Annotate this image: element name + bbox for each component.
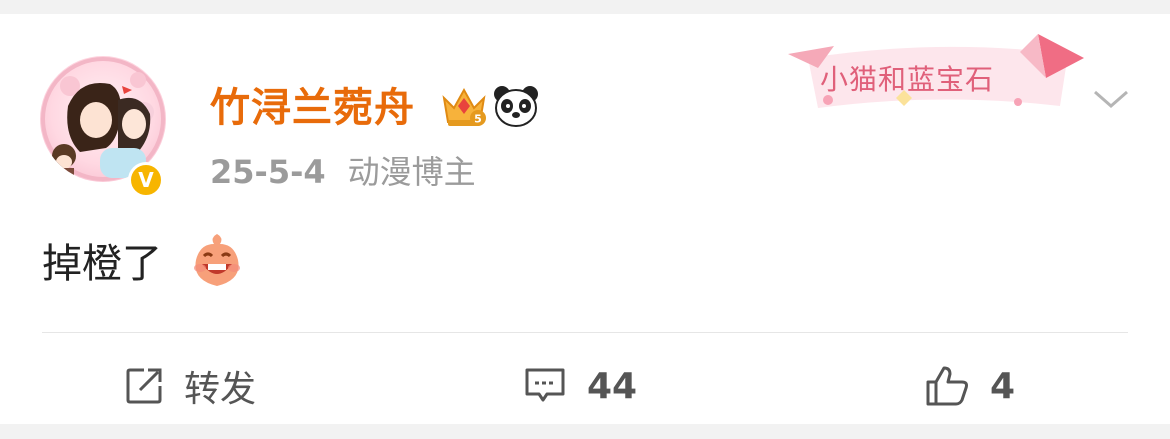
avatar[interactable]: V	[40, 56, 166, 198]
like-count: 4	[990, 365, 1016, 407]
username[interactable]: 竹浔兰菀舟	[210, 80, 415, 136]
post-date: 25-5-4	[210, 153, 326, 191]
repost-icon	[126, 368, 162, 404]
like-button[interactable]: 4	[924, 360, 1015, 412]
sticker-text: 小猫和蓝宝石	[820, 63, 995, 96]
thumbs-up-icon	[926, 366, 968, 406]
panda-icon[interactable]	[492, 84, 540, 128]
weibo-post-card[interactable]: V 竹浔兰菀舟 5 25-5-4 动漫博主 小猫和蓝宝石 掉橙了 转发 44 4	[0, 14, 1170, 424]
post-content: 掉橙了	[42, 241, 162, 287]
crown-vip-icon[interactable]: 5	[440, 84, 488, 130]
divider	[42, 332, 1128, 333]
chevron-down-icon[interactable]	[1093, 86, 1129, 112]
repost-button[interactable]: 转发	[124, 360, 256, 412]
post-meta: 25-5-4 动漫博主	[210, 150, 476, 194]
verified-badge-icon: V	[128, 162, 164, 198]
laughing-emoji-icon	[194, 234, 240, 286]
user-tag: 动漫博主	[347, 153, 476, 191]
crown-level: 5	[474, 113, 482, 126]
comment-button[interactable]: 44	[523, 360, 637, 412]
repost-label: 转发	[184, 369, 257, 410]
comment-icon	[525, 368, 565, 402]
comment-count: 44	[587, 365, 638, 407]
